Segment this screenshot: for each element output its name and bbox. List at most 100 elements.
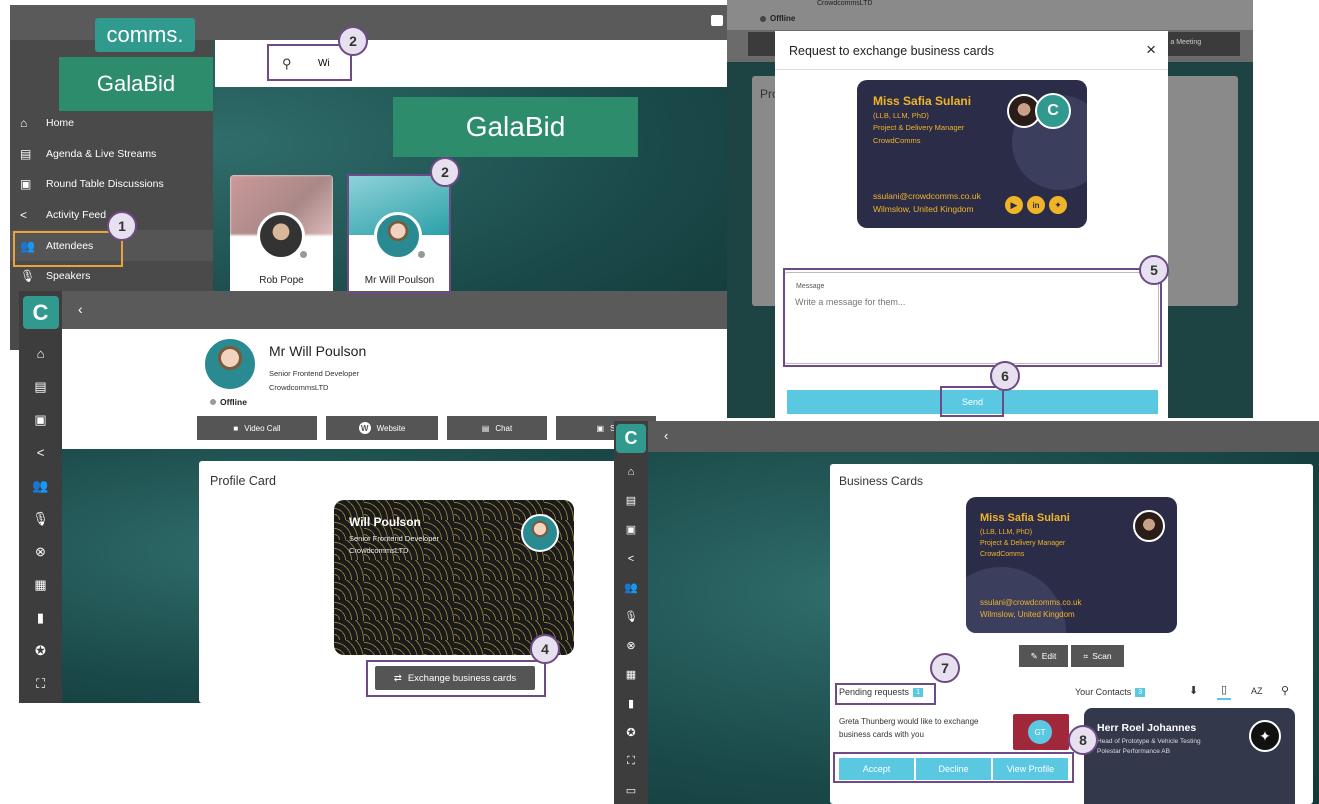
back-chevron-icon[interactable]: ‹ [78,301,83,317]
cancel-circle-icon[interactable]: ⊗ [614,631,648,660]
icon-sidebar: C ⌂ ▤ ▣ < 👥 🎙 ⊗ ▦ ▮ ✪ ⛶ [19,291,62,703]
card-name: Miss Safia Sulani [873,94,972,108]
twitter-icon[interactable]: ✦ [1049,196,1067,214]
people-icon[interactable]: 👥 [19,469,62,502]
card-quals: (LLB, LLM, PhD) [873,111,929,120]
annotation-attendees-highlight [13,231,123,267]
event-icon[interactable]: ▣ [614,515,648,544]
home-icon: ⌂ [20,116,28,131]
annotation-pending-highlight [835,683,936,705]
profile-topbar [62,291,727,329]
crowdcomms-logo[interactable]: C [616,424,646,453]
annotation-actions-highlight [833,752,1074,783]
document-icon[interactable]: ▮ [614,689,648,718]
download-icon[interactable]: ⬇ [1189,684,1198,697]
crowdcomms-logo[interactable]: C [22,296,59,329]
share-icon[interactable]: < [614,544,648,573]
event-icon: ▣ [20,177,32,192]
nav-home[interactable]: ⌂ Home [10,108,213,139]
card-location: Wilmslow, United Kingdom [980,610,1075,619]
avatar [257,212,305,260]
bg-meeting-label: le a Meeting [1163,39,1202,46]
step-2-marker: 2 [430,157,460,187]
edit-button[interactable]: ✎ Edit [1019,645,1068,667]
calendar-icon[interactable]: ▤ [614,486,648,515]
website-icon: W [358,422,371,434]
card-avatar [521,514,559,552]
profile-name: Mr Will Poulson [269,343,367,359]
profile-avatar [202,336,258,392]
star-badge-icon[interactable]: ✪ [614,718,648,747]
annotation-message-highlight [783,268,1162,367]
event-icon[interactable]: ▣ [19,403,62,436]
crowdcomms-logo: C [1035,93,1071,129]
nav-round-table[interactable]: ▣ Round Table Discussions [10,169,213,200]
galabid-logo: GalaBid [59,57,213,111]
star-badge-icon[interactable]: ✪ [19,634,62,667]
contact-card[interactable]: Herr Roel Johannes Head of Prototype & V… [1084,708,1295,804]
schedule-icon: ▣ [596,423,605,433]
contacts-tab[interactable]: Your Contacts 3 [1075,687,1146,697]
contact-role: Head of Prototype & Vehicle Testing [1097,738,1201,745]
status-dot [760,15,766,22]
status-dot [300,251,307,258]
chat-button[interactable]: ▤ Chat [447,416,547,440]
clipboard-icon[interactable]: ▯ [1217,683,1232,700]
mic-icon[interactable]: 🎙 [614,602,648,631]
step-5-marker: 5 [1139,255,1169,285]
modal-title: Request to exchange business cards [789,44,994,58]
card-company: CrowdcommsLTD [349,546,409,555]
bg-header [727,0,1253,30]
card-location: Wilmslow, United Kingdom [873,204,974,214]
card-role: Project & Delivery Manager [980,540,1066,547]
card-role: Project & Delivery Manager [873,123,965,132]
step-8-marker: 8 [1068,725,1098,755]
step-6-marker: 6 [990,361,1020,391]
building-icon[interactable]: ▦ [614,660,648,689]
youtube-icon[interactable]: ▶ [1005,196,1023,214]
video-call-button[interactable]: ■ Video Call [197,416,317,440]
building-icon[interactable]: ▦ [19,568,62,601]
mic-icon[interactable]: 🎙 [19,502,62,535]
scan-button[interactable]: ⌗ Scan [1071,645,1124,667]
annotation-exchange-highlight [366,660,546,697]
expand-icon[interactable]: ⛶ [614,747,648,776]
step-1-marker: 1 [107,211,137,241]
close-icon[interactable]: × [1146,40,1156,60]
chat-toggle-icon[interactable] [711,15,723,26]
bg-company: CrowdcommsLTD [817,0,873,7]
edit-icon: ✎ [1030,650,1038,661]
video-icon: ■ [233,423,239,433]
contacts-count-badge: 3 [1135,687,1146,697]
people-icon[interactable]: 👥 [614,573,648,602]
request-text: Greta Thunberg would like to exchange bu… [839,717,979,739]
avatar [1133,510,1165,542]
chat-icon: ▤ [481,423,490,433]
requester-card-thumb: GT [1013,714,1069,750]
business-cards-panel: C ⌂ ▤ ▣ < 👥 🎙 ⊗ ▦ ▮ ✪ ⛶ ▭ ‹ Business Car… [614,421,1319,804]
attendee-card-rob[interactable]: Rob Pope [230,175,333,295]
share-icon[interactable]: < [19,436,62,469]
website-button[interactable]: W Website [326,416,438,440]
bg-status: Offline [760,14,795,23]
profile-role: Senior Frontend Developer [269,369,360,378]
search-icon[interactable]: ⚲ [1281,684,1289,697]
tv-icon[interactable]: ▭ [614,776,648,804]
calendar-icon[interactable]: ▤ [19,370,62,403]
document-icon[interactable]: ▮ [19,601,62,634]
back-chevron-icon[interactable]: ‹ [664,428,668,443]
linkedin-icon[interactable]: in [1027,196,1045,214]
home-icon[interactable]: ⌂ [614,457,648,486]
sort-az-icon[interactable]: AZ [1251,686,1263,696]
step-4-marker: 4 [530,634,560,664]
nav-agenda[interactable]: ▤ Agenda & Live Streams [10,139,213,170]
card-email: ssulani@crowdcomms.co.uk [980,598,1082,607]
share-icon: < [20,208,28,223]
cancel-circle-icon[interactable]: ⊗ [19,535,62,568]
home-icon[interactable]: ⌂ [19,337,62,370]
expand-icon[interactable]: ⛶ [19,667,62,700]
profile-card-title: Profile Card [210,474,276,488]
step-2-marker: 2 [338,26,368,56]
polestar-logo-icon: ✦ [1249,720,1281,752]
galabid-banner: GalaBid [393,97,638,157]
